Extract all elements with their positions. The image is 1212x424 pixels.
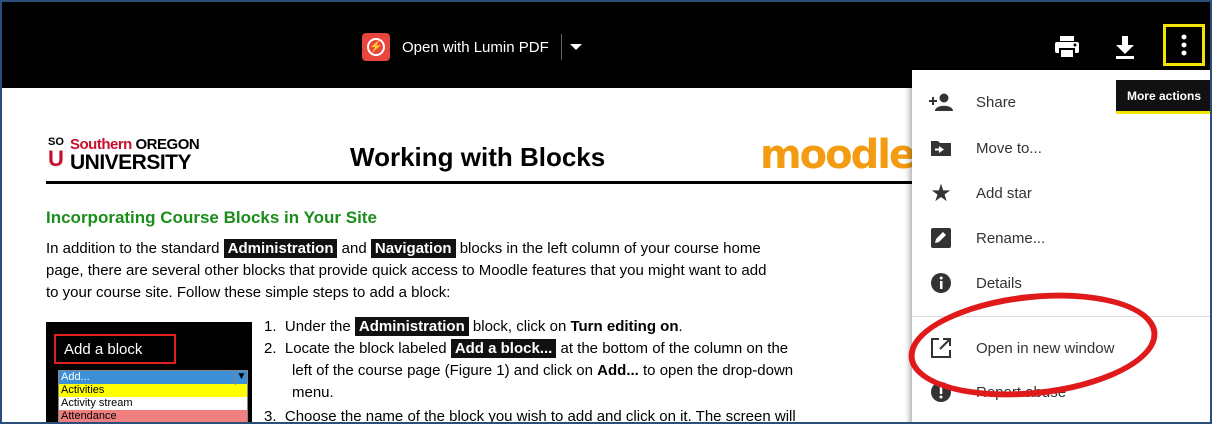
administration-tag: Administration <box>223 239 338 258</box>
step-3: 3. Choose the name of the block you wish… <box>264 408 796 424</box>
open-with-label: Open with Lumin PDF <box>402 38 549 56</box>
lumin-pdf-icon: ⚡ <box>362 33 390 61</box>
logo-u: U <box>48 146 64 171</box>
chevron-down-icon: ▼ <box>235 371 247 385</box>
menu-item-label: Move to... <box>976 139 1042 157</box>
moodle-logo: moodle <box>760 132 916 178</box>
chevron-down-icon[interactable] <box>569 44 582 50</box>
paragraph-line-3: to your course site. Follow these simple… <box>46 284 451 301</box>
list-item: Activity stream <box>61 397 133 409</box>
title-divider <box>46 181 912 184</box>
block-select-list: Add... Activities Activity stream Attend… <box>58 370 248 422</box>
download-icon <box>1116 36 1134 59</box>
page-title: Working with Blocks <box>350 142 606 172</box>
info-icon <box>928 270 954 296</box>
menu-item-label: Details <box>976 274 1022 292</box>
sou-logo: SO U Southern OREGON UNIVERSITY <box>48 136 228 176</box>
more-vert-icon <box>1181 34 1187 56</box>
rename-icon <box>928 225 954 251</box>
add-block-heading: Add a block <box>54 334 176 364</box>
more-actions-tooltip: More actions <box>1116 80 1210 114</box>
menu-item-label: Rename... <box>976 229 1046 247</box>
menu-item-move[interactable]: Move to... <box>912 126 1210 170</box>
open-with-lumin-button[interactable]: ⚡ Open with Lumin PDF <box>362 32 582 62</box>
screenshot-frame: ⚡ Open with Lumin PDF SO U Southern OREG… <box>0 0 1212 424</box>
print-button[interactable] <box>1050 30 1084 64</box>
folder-move-icon <box>928 135 954 161</box>
step-2-line-2: left of the course page (Figure 1) and c… <box>292 362 794 379</box>
list-item: Activities <box>59 384 247 397</box>
menu-item-add-star[interactable]: ★ Add star <box>912 171 1210 215</box>
list-item: Attendance <box>59 410 247 422</box>
paragraph-line-2: page, there are several other blocks tha… <box>46 262 767 279</box>
menu-item-label: Add star <box>976 184 1032 202</box>
step-1: 1. Under the Administration block, click… <box>264 317 683 336</box>
paragraph-line-1: In addition to the standard Administrati… <box>46 239 761 258</box>
menu-item-rename[interactable]: Rename... <box>912 216 1210 260</box>
step-2: 2. Locate the block labeled Add a block.… <box>264 339 789 358</box>
step-2-line-3: menu. <box>292 384 334 401</box>
download-button[interactable] <box>1108 30 1142 64</box>
more-actions-button[interactable] <box>1163 24 1205 66</box>
navigation-tag: Navigation <box>370 239 456 258</box>
section-heading: Incorporating Course Blocks in Your Site <box>46 208 377 227</box>
menu-item-label: Share <box>976 93 1017 111</box>
logo-university: UNIVERSITY <box>70 151 192 174</box>
list-item: Add... <box>59 371 247 384</box>
add-block-figure: Add a block Add... Activities Activity s… <box>46 322 252 422</box>
star-icon: ★ <box>930 179 952 207</box>
pdf-page: SO U Southern OREGON UNIVERSITY Working … <box>2 88 916 424</box>
toolbar-separator <box>560 34 562 60</box>
person-add-icon <box>928 89 954 115</box>
print-icon <box>1055 36 1079 59</box>
